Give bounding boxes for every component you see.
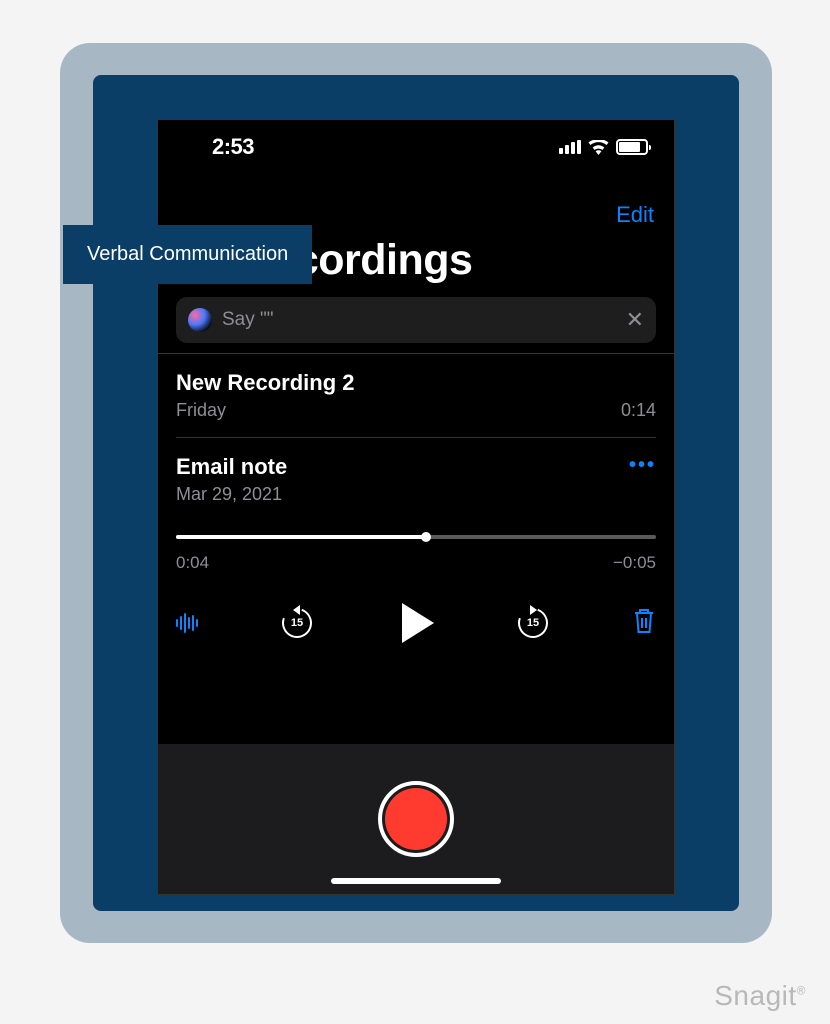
trash-icon: [632, 607, 656, 635]
annotation-label: Verbal Communication: [63, 225, 312, 284]
time-remaining: −0:05: [613, 553, 656, 573]
watermark: Snagit®: [714, 980, 806, 1012]
record-icon: [385, 788, 447, 850]
edit-button[interactable]: Edit: [158, 172, 674, 228]
waveform-button[interactable]: [176, 613, 198, 633]
skip-forward-button[interactable]: 15: [518, 608, 548, 638]
blue-frame: Verbal Communication 2:53 Edit All Recor…: [93, 75, 739, 911]
time-elapsed: 0:04: [176, 553, 209, 573]
wifi-icon: [588, 140, 609, 155]
bottom-toolbar: [158, 744, 674, 894]
siri-search-bar[interactable]: Say "" ✕: [176, 297, 656, 343]
siri-icon: [188, 308, 212, 332]
recording-duration: 0:14: [621, 400, 656, 421]
more-icon[interactable]: •••: [629, 454, 656, 477]
search-text: Say "": [222, 309, 616, 331]
recording-title: Email note: [176, 454, 287, 480]
recording-item-expanded: Email note Mar 29, 2021 ••• 0:04 −0:05: [158, 438, 674, 573]
play-button[interactable]: [396, 603, 434, 643]
recording-item[interactable]: New Recording 2 Friday 0:14: [158, 354, 674, 437]
skip-back-button[interactable]: 15: [282, 608, 312, 638]
outer-frame: Verbal Communication 2:53 Edit All Recor…: [60, 43, 772, 943]
recording-date: Friday: [176, 400, 226, 421]
recording-date: Mar 29, 2021: [176, 484, 287, 505]
playback-scrubber[interactable]: [176, 535, 656, 539]
close-icon[interactable]: ✕: [626, 307, 644, 333]
delete-button[interactable]: [632, 607, 656, 640]
recording-title: New Recording 2: [176, 370, 656, 396]
play-icon: [402, 603, 434, 643]
waveform-icon: [176, 613, 198, 633]
status-icons: [559, 139, 648, 155]
record-button[interactable]: [378, 781, 454, 857]
arrow-back-icon: [288, 605, 300, 615]
playback-controls: 15 15: [158, 573, 674, 667]
arrow-forward-icon: [530, 605, 542, 615]
status-bar: 2:53: [158, 120, 674, 172]
battery-icon: [616, 139, 648, 155]
cellular-icon: [559, 140, 581, 154]
home-indicator[interactable]: [331, 878, 501, 884]
status-time: 2:53: [212, 134, 254, 160]
